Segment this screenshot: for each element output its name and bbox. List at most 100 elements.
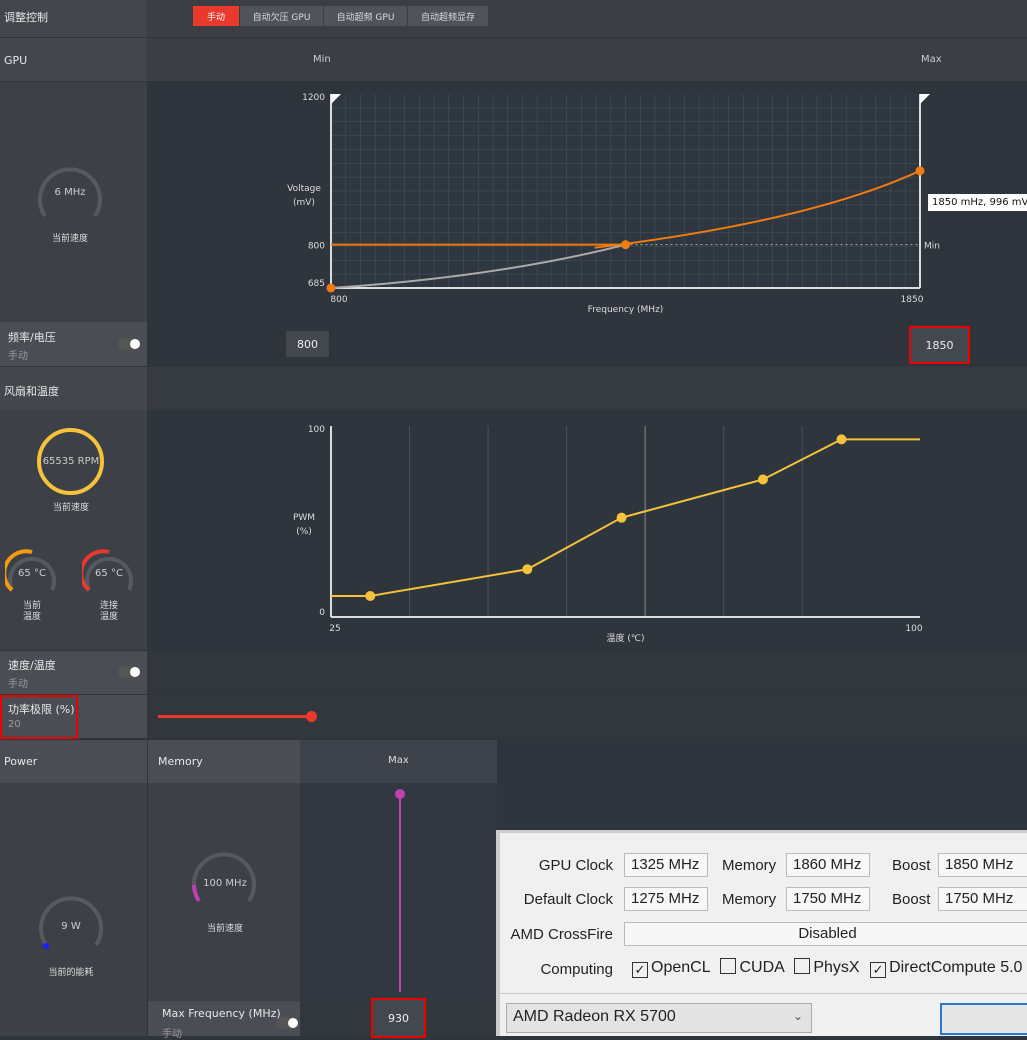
memory-max-label: Max [388,755,409,766]
cuda-checkbox: CUDA [720,958,784,976]
curve-point [757,474,768,485]
directcompute-label: DirectCompute 5.0 [889,959,1023,976]
curve-point [836,434,847,445]
freq-voltage-mode: 手动 [8,351,28,362]
default-clock-field: 1275 MHz [624,887,708,911]
temp-label: 当前 温度 [5,601,59,623]
power-title: Power [4,755,38,768]
x-tick-label: 100 [905,624,922,634]
physx-checkbox: PhysX [794,958,860,976]
default-memory-field: 1750 MHz [786,887,870,911]
fan-rpm-value: 65535 RPM [42,456,100,467]
max-freq-mode: 手动 [162,1029,182,1040]
memory-gauge-value: 100 MHz [203,878,247,889]
x-tick-label: 1850 [901,295,924,305]
computing-label: Computing [540,961,613,978]
speed-temp-label: 速度/温度 [8,659,56,672]
fan-section-header [147,367,1027,410]
max-freq-toggle[interactable] [276,1017,298,1029]
curve-point [915,166,925,176]
physx-label: PhysX [813,959,860,976]
point-tooltip: 1850 mHz, 996 mV [928,194,1027,211]
power-gauge-value: 9 W [61,921,81,932]
power-gauge-label: 当前的能耗 [48,968,94,978]
junction-temp-label-line: 温度 [99,612,118,622]
fan-rpm-label: 当前速度 [52,503,89,513]
power-limit-slider-handle[interactable] [306,711,317,722]
memory-clock-label: Memory [722,857,777,874]
temp-label-line: 当前 [22,601,41,611]
crossfire-label: AMD CrossFire [510,926,613,943]
freq-voltage-toggle[interactable] [118,338,140,350]
junction-temp-label: 连接 温度 [82,601,136,623]
memory-slider-track[interactable] [399,794,401,992]
memory-title: Memory [158,755,203,768]
fan-curve-chart[interactable]: 100 0 25 100 温度 (℃) PWM (%) [280,418,1027,646]
gpuz-window: GPU Clock 1325 MHz Memory 1860 MHz Boost… [496,830,1027,1036]
temp-label-line: 温度 [22,612,41,622]
max-frequency-input[interactable]: 1850 [909,326,970,364]
unchecked-box-icon [794,958,811,974]
memory-clock-field: 1860 MHz [786,853,870,877]
default-boost-field: 1750 MHz [938,887,1027,911]
mode-auto-undervolt-button[interactable]: 自动欠压 GPU [240,6,323,26]
device-select[interactable]: AMD Radeon RX 5700 ⌄ [506,1003,812,1033]
cuda-label: CUDA [739,959,784,976]
junction-temp-value: 65 °C [95,568,123,579]
default-clock-label: Default Clock [523,891,613,908]
curve-point [621,240,630,250]
power-limit-slider-track[interactable] [158,715,312,718]
page-title: 调整控制 [4,11,48,24]
power-limit-value: 20 [8,719,21,730]
chevron-down-icon: ⌄ [792,1009,803,1023]
boost-clock-label: Boost [892,857,931,874]
y-tick-label: 100 [308,425,325,435]
gpu-title: GPU [4,54,28,67]
y-tick-label: 800 [308,242,325,252]
close-button[interactable] [940,1003,1027,1035]
power-limit-label: 功率极限 (%) [8,703,75,716]
y-tick-label: 0 [319,608,325,618]
y-axis-label: Voltage [287,184,321,194]
x-axis-label: Frequency (MHz) [588,305,664,315]
mode-auto-overclock-vram-button[interactable]: 自动超频显存 [408,6,488,26]
y-tick-label: 1200 [302,93,325,103]
y-axis-unit: (mV) [293,198,315,208]
opencl-label: OpenCL [651,959,710,976]
fan-title: 风扇和温度 [4,385,59,398]
directcompute-checkbox: ✓ DirectCompute 5.0 [870,959,1023,978]
voltage-frequency-chart[interactable]: Min 1200 800 685 800 1850 Frequency (MHz) Volta… [280,86,1027,318]
divider [500,993,1027,994]
curve-point [326,283,336,293]
max-freq-input[interactable]: 930 [371,998,426,1038]
y-axis-label: PWM [293,513,315,523]
unchecked-box-icon [720,958,737,974]
gpu-clock-field: 1325 MHz [624,853,708,877]
y-axis-unit: (%) [296,527,312,537]
curve-point [522,564,533,575]
mode-auto-overclock-gpu-button[interactable]: 自动超频 GPU [324,6,407,26]
min-frequency-input[interactable]: 800 [286,331,329,357]
max-handle-icon [920,94,930,104]
curve-point [616,512,627,523]
check-icon: ✓ [632,962,648,978]
mode-manual-button[interactable]: 手动 [193,6,239,26]
speed-temp-mode: 手动 [8,679,28,690]
speed-temp-row [147,651,1027,694]
min-marker-label: Min [924,242,940,252]
opencl-checkbox: ✓ OpenCL [632,959,710,978]
x-tick-label: 25 [329,624,340,634]
device-select-value: AMD Radeon RX 5700 [513,1008,676,1025]
temp-value: 65 °C [18,568,46,579]
max-label: Max [921,54,942,65]
boost-clock-field: 1850 MHz [938,853,1027,877]
gpu-clock-label: GPU Clock [538,857,613,874]
min-label: Min [313,54,331,65]
speed-temp-toggle[interactable] [118,666,140,678]
curve-point [365,590,376,601]
memory-gauge-label: 当前速度 [206,924,243,934]
check-icon: ✓ [870,962,887,978]
memory-slider-handle[interactable] [395,789,405,799]
x-tick-label: 800 [330,295,347,305]
crossfire-field: Disabled [624,922,1027,946]
